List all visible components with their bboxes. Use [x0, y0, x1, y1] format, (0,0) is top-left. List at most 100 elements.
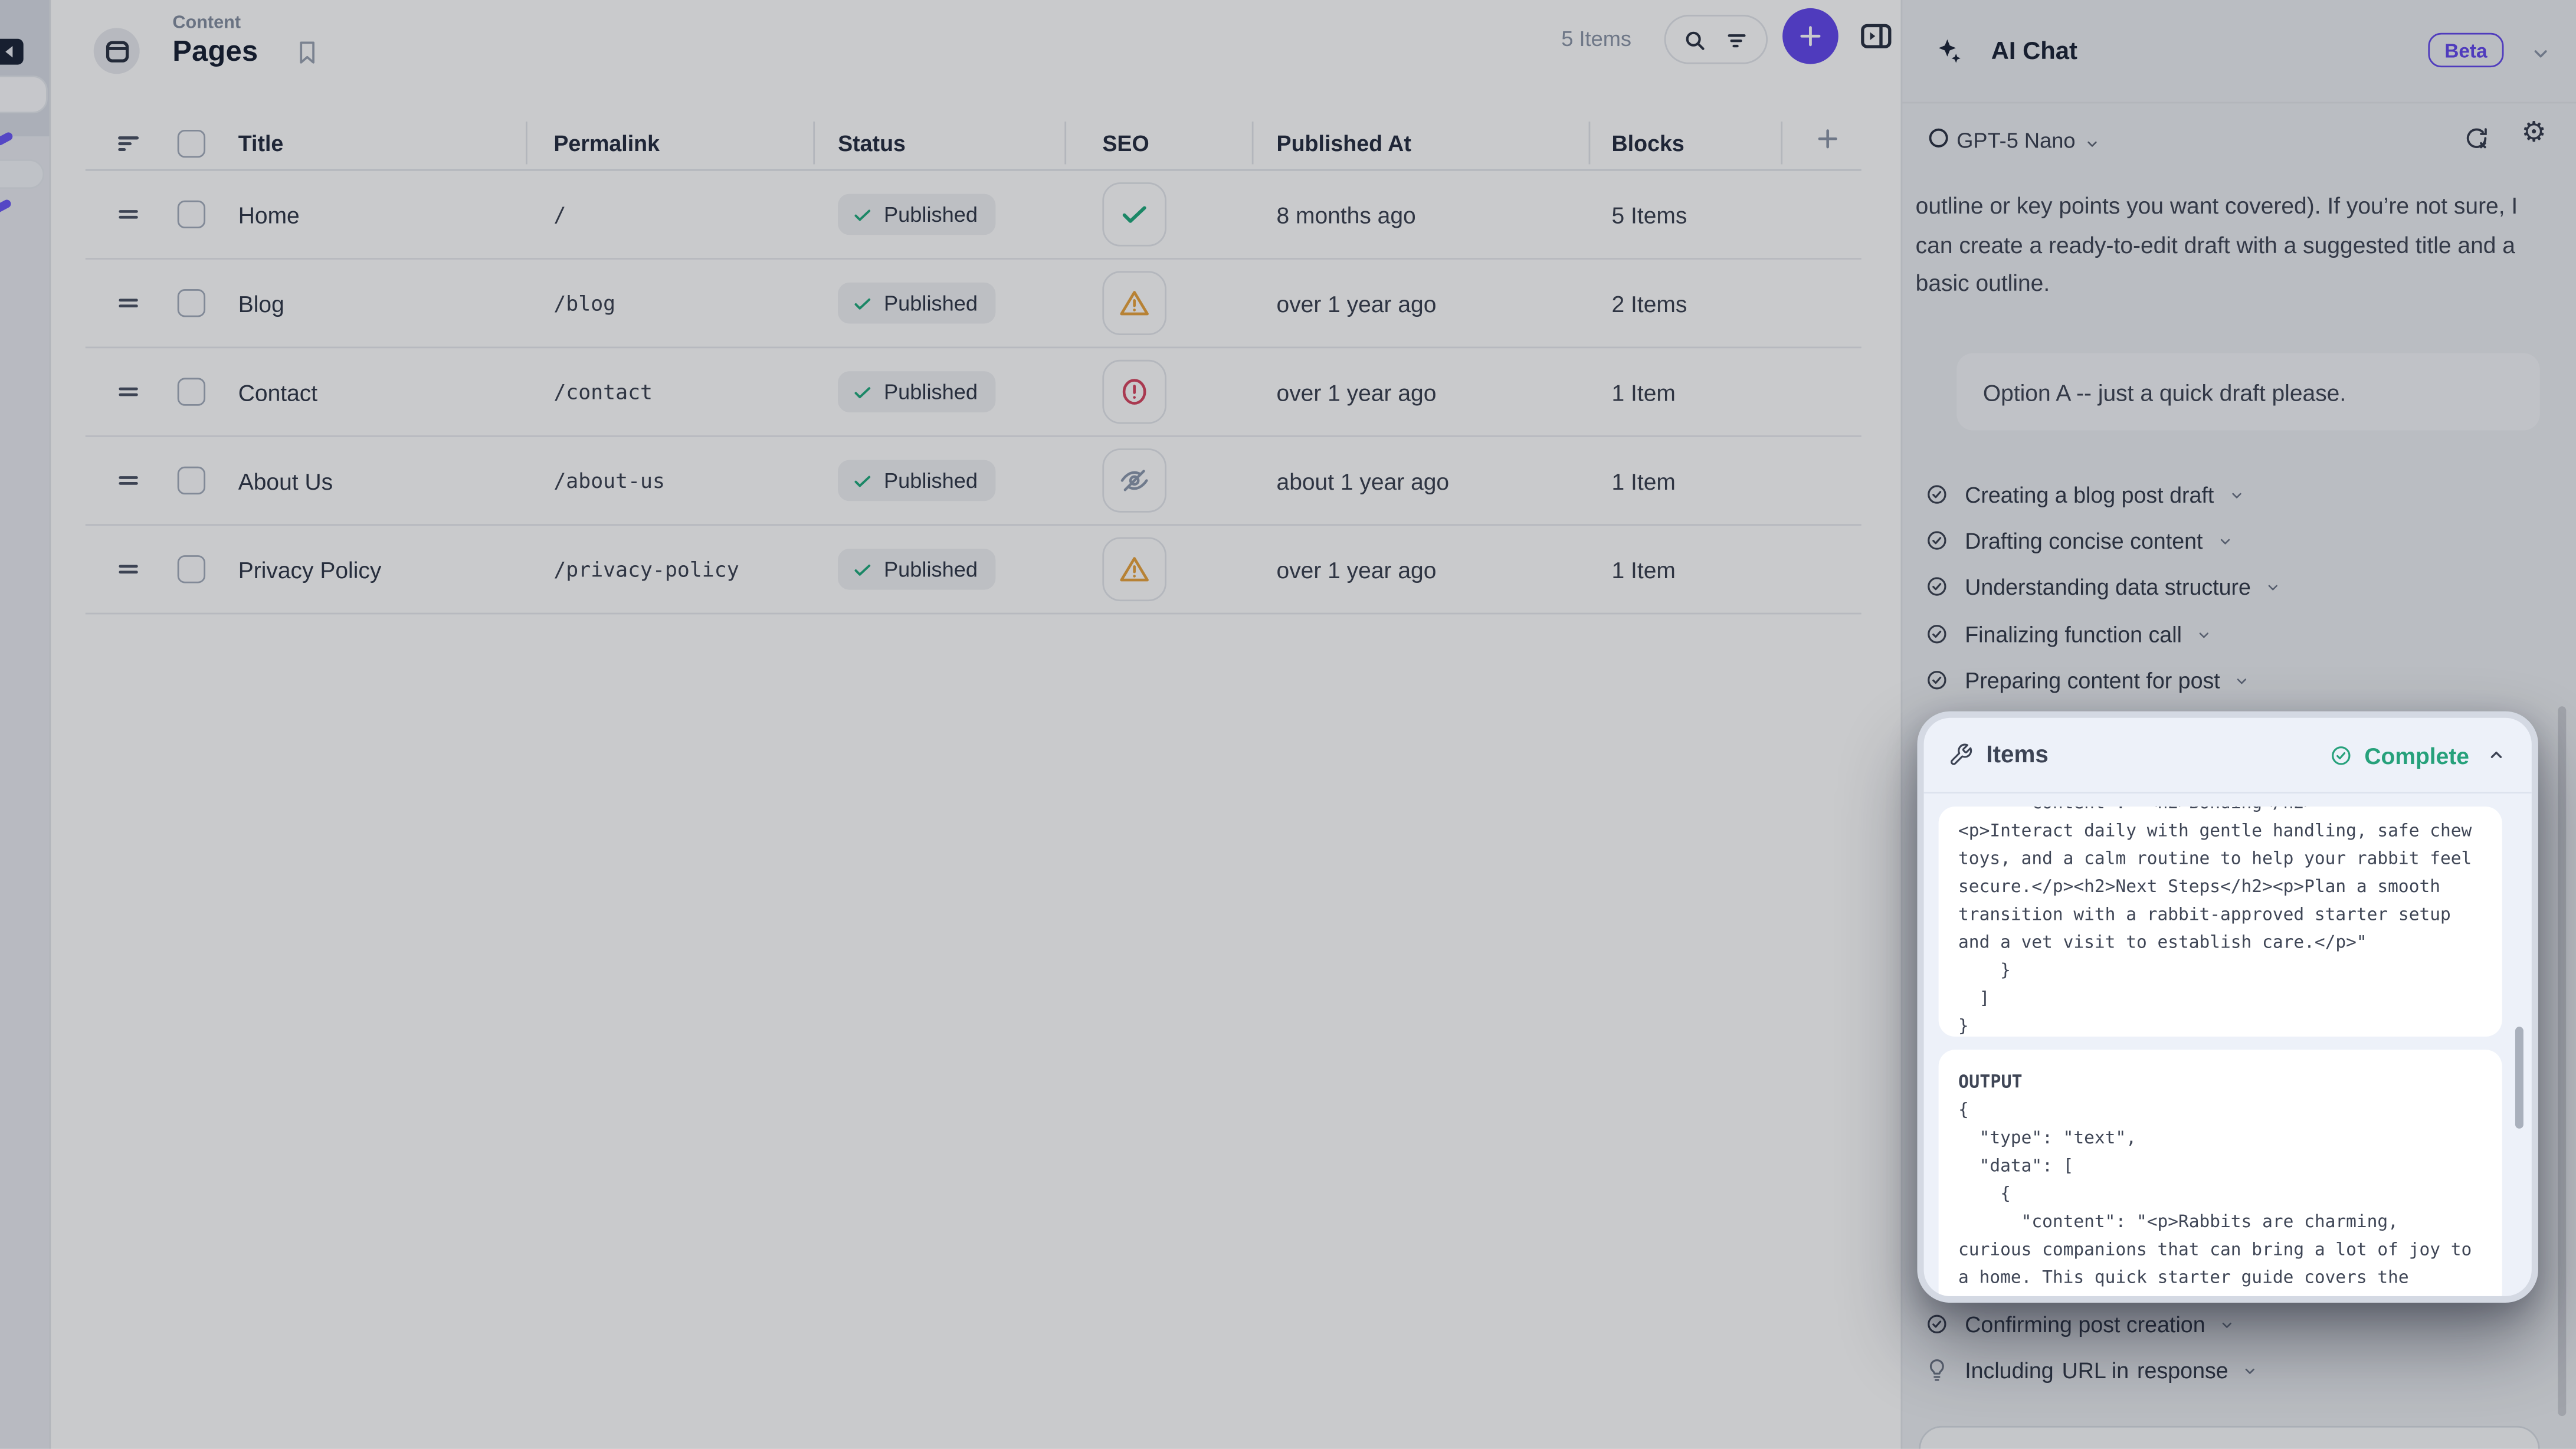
column-header-blocks[interactable]: Blocks: [1612, 132, 1804, 156]
output-label: OUTPUT: [1939, 1050, 2502, 1092]
seo-status-button[interactable]: [1102, 182, 1166, 247]
drag-handle-icon[interactable]: [86, 555, 161, 583]
items-scrollbar-thumb[interactable]: [2515, 1027, 2523, 1129]
table-row[interactable]: About Us /about-us Published about 1 yea…: [86, 437, 1861, 526]
task-step[interactable]: Creating a blog post draft: [1924, 476, 2246, 512]
items-card-title: Items: [1986, 742, 2049, 768]
chevron-down-icon[interactable]: [2528, 41, 2553, 66]
column-header-published-at[interactable]: Published At: [1277, 132, 1612, 156]
published-at-cell: over 1 year ago: [1277, 379, 1612, 405]
clear-history-icon[interactable]: [2463, 125, 2490, 153]
seo-status-button[interactable]: [1102, 537, 1166, 602]
sort-icon[interactable]: [86, 130, 161, 158]
items-card-header[interactable]: Items Complete: [1924, 718, 2532, 794]
input-code-text: "content": "<h2>Bonding</h2> <p>Interact…: [1939, 807, 2502, 1037]
wrench-icon: [1948, 743, 1973, 768]
seo-status-button[interactable]: [1102, 448, 1166, 513]
status-badge: Published: [838, 460, 996, 501]
thinking-step[interactable]: Including URL in response: [1924, 1352, 2260, 1388]
task-step[interactable]: Confirming post creation: [1924, 1306, 2237, 1342]
check-circle-icon: [1924, 481, 1951, 508]
chevron-down-icon[interactable]: [2218, 1315, 2237, 1333]
chevron-down-icon[interactable]: [2083, 135, 2102, 153]
table-row[interactable]: Blog /blog Published over 1 year ago 2 I…: [86, 260, 1861, 348]
model-selector-row: GPT-5 Nano ⚙: [1902, 103, 2576, 176]
breadcrumb: Content: [172, 13, 241, 32]
user-message-text: Option A -- just a quick draft please.: [1956, 379, 2346, 405]
collapse-sidebar-icon[interactable]: [0, 34, 27, 68]
select-all-checkbox[interactable]: [178, 130, 205, 158]
published-at-cell: 8 months ago: [1277, 201, 1612, 228]
gear-icon[interactable]: ⚙: [2521, 118, 2546, 146]
row-checkbox[interactable]: [178, 289, 205, 317]
table-row[interactable]: Privacy Policy /privacy-policy Published…: [86, 526, 1861, 614]
status-badge: Published: [838, 194, 996, 235]
input-code-block[interactable]: "content": "<h2>Bonding</h2> <p>Interact…: [1939, 807, 2502, 1037]
page-title-cell: Contact: [238, 379, 554, 405]
check-circle-icon: [1924, 1311, 1951, 1337]
chevron-down-icon[interactable]: [2227, 486, 2246, 504]
bookmark-icon[interactable]: [293, 38, 322, 67]
sidebar-item[interactable]: [0, 76, 48, 113]
permalink-cell: /privacy-policy: [553, 557, 838, 582]
seo-error-icon: [1117, 375, 1151, 409]
row-checkbox[interactable]: [178, 555, 205, 583]
chat-scrollbar-thumb[interactable]: [2557, 706, 2566, 1416]
add-page-button[interactable]: [1782, 8, 1838, 64]
drag-handle-icon[interactable]: [86, 289, 161, 317]
items-count: 5 Items: [1561, 27, 1631, 51]
column-header-permalink[interactable]: Permalink: [553, 132, 838, 156]
blocks-cell: 1 Item: [1612, 556, 1804, 583]
page-title-cell: Home: [238, 201, 554, 228]
row-checkbox[interactable]: [178, 201, 205, 228]
filter-icon[interactable]: [1723, 25, 1751, 53]
seo-status-button[interactable]: [1102, 360, 1166, 424]
chevron-down-icon[interactable]: [2233, 671, 2251, 689]
drag-handle-icon[interactable]: [86, 467, 161, 494]
row-checkbox[interactable]: [178, 467, 205, 494]
toggle-side-panel-icon[interactable]: [1858, 18, 1894, 54]
seo-status-button[interactable]: [1102, 271, 1166, 335]
blocks-cell: 1 Item: [1612, 379, 1804, 405]
task-step[interactable]: Understanding data structure: [1924, 568, 2282, 604]
chevron-down-icon[interactable]: [2195, 625, 2213, 643]
seo-hidden-icon: [1117, 463, 1151, 497]
app-window: Content Pages 5 Items Title Permalink St…: [0, 0, 2576, 1449]
search-icon[interactable]: [1680, 25, 1708, 53]
assistant-message: outline or key points you want covered).…: [1916, 187, 2544, 303]
check-circle-icon: [2328, 742, 2355, 768]
search-filter-group: [1664, 15, 1768, 64]
drag-handle-icon[interactable]: [86, 201, 161, 228]
chat-title: AI Chat: [1991, 38, 2077, 65]
permalink-cell: /contact: [553, 379, 838, 404]
check-circle-icon: [1924, 621, 1951, 648]
chevron-down-icon[interactable]: [2216, 532, 2234, 550]
model-selector[interactable]: GPT-5 Nano: [1956, 128, 2075, 153]
row-checkbox[interactable]: [178, 378, 205, 405]
sparkles-icon: [1933, 36, 1965, 67]
table-row[interactable]: Home / Published 8 months ago 5 Items: [86, 171, 1861, 260]
published-at-cell: about 1 year ago: [1277, 467, 1612, 494]
chevron-down-icon[interactable]: [2264, 578, 2282, 596]
table-header-row: Title Permalink Status SEO Published At …: [86, 118, 1861, 171]
blocks-cell: 5 Items: [1612, 201, 1804, 228]
chat-input[interactable]: [1919, 1426, 2540, 1449]
sidebar-item[interactable]: [0, 159, 44, 189]
drag-handle-icon[interactable]: [86, 378, 161, 405]
task-step[interactable]: Drafting concise content: [1924, 522, 2234, 558]
check-circle-icon: [1924, 667, 1951, 693]
complete-status: Complete: [2328, 742, 2469, 768]
published-at-cell: over 1 year ago: [1277, 556, 1612, 583]
chevron-down-icon[interactable]: [2241, 1361, 2260, 1379]
add-column-icon[interactable]: [1814, 125, 1841, 153]
lightbulb-icon: [1924, 1357, 1951, 1384]
output-code-block[interactable]: OUTPUT { "type": "text", "data": [ { "co…: [1939, 1050, 2502, 1303]
column-header-title[interactable]: Title: [238, 132, 554, 156]
column-header-status[interactable]: Status: [838, 132, 1102, 156]
column-header-seo[interactable]: SEO: [1102, 132, 1276, 156]
pages-collection-view: Content Pages 5 Items Title Permalink St…: [51, 0, 1900, 1449]
chevron-up-icon[interactable]: [2486, 744, 2507, 765]
task-step[interactable]: Preparing content for post: [1924, 662, 2251, 698]
table-row[interactable]: Contact /contact Published over 1 year a…: [86, 348, 1861, 437]
task-step[interactable]: Finalizing function call: [1924, 616, 2213, 652]
